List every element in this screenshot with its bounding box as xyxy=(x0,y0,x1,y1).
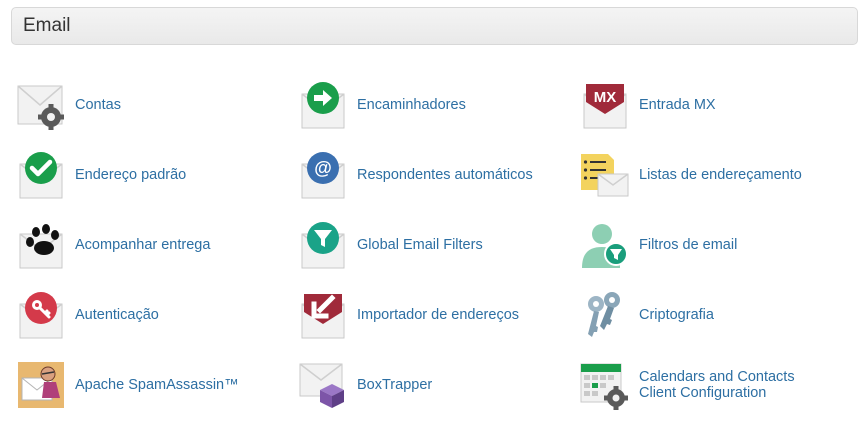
tool-label[interactable]: Entrada MX xyxy=(639,97,716,113)
tool-label[interactable]: Importador de endereços xyxy=(357,307,519,323)
tool-label[interactable]: Encaminhadores xyxy=(357,97,466,113)
tool-global-email-filters[interactable]: Global Email Filters xyxy=(284,219,564,271)
tool-label[interactable]: Apache SpamAssassin™ xyxy=(75,377,239,393)
tool-label[interactable]: Acompanhar entrega xyxy=(75,237,210,253)
tool-criptografia[interactable]: Criptografia xyxy=(566,289,846,341)
tool-encaminhadores[interactable]: Encaminhadores xyxy=(284,79,564,131)
tool-label[interactable]: Endereço padrão xyxy=(75,167,186,183)
tool-label[interactable]: Respondentes automáticos xyxy=(357,167,533,183)
tool-label[interactable]: Filtros de email xyxy=(639,237,737,253)
mail-gear-icon xyxy=(16,80,66,130)
mailing-list-icon xyxy=(580,150,630,200)
tool-endereco-padrao[interactable]: Endereço padrão xyxy=(2,149,282,201)
mail-check-icon xyxy=(16,150,66,200)
tool-importador-de-enderecos[interactable]: Importador de endereços xyxy=(284,289,564,341)
tool-contas[interactable]: Contas xyxy=(2,79,282,131)
tool-autenticacao[interactable]: Autenticação xyxy=(2,289,282,341)
mail-box-icon xyxy=(298,360,348,410)
mail-key-icon xyxy=(16,290,66,340)
tool-filtros-de-email[interactable]: Filtros de email xyxy=(566,219,846,271)
keys-icon xyxy=(580,290,630,340)
tool-label[interactable]: Criptografia xyxy=(639,307,714,323)
mail-forward-icon xyxy=(298,80,348,130)
tool-calendars-and-contacts[interactable]: Calendars and Contacts Client Configurat… xyxy=(566,359,846,411)
tool-label[interactable]: BoxTrapper xyxy=(357,377,432,393)
tool-label[interactable]: Calendars and Contacts Client Configurat… xyxy=(639,369,795,401)
tool-label-line[interactable]: Client Configuration xyxy=(639,385,795,401)
tool-label[interactable]: Listas de endereçamento xyxy=(639,167,802,183)
tool-respondentes-automaticos[interactable]: @ Respondentes automáticos xyxy=(284,149,564,201)
spamassassin-icon xyxy=(16,360,66,410)
mail-mx-icon: MX xyxy=(580,80,630,130)
tool-acompanhar-entrega[interactable]: Acompanhar entrega xyxy=(2,219,282,271)
tool-apache-spamassassin[interactable]: Apache SpamAssassin™ xyxy=(2,359,282,411)
calendar-gear-icon xyxy=(580,360,630,410)
svg-text:MX: MX xyxy=(594,89,617,106)
tool-entrada-mx[interactable]: MX Entrada MX xyxy=(566,79,846,131)
tool-label[interactable]: Global Email Filters xyxy=(357,237,483,253)
mail-global-filter-icon xyxy=(298,220,348,270)
user-filter-icon xyxy=(580,220,630,270)
mail-at-icon: @ xyxy=(298,150,348,200)
svg-text:@: @ xyxy=(314,158,332,178)
mail-import-icon xyxy=(298,290,348,340)
tool-boxtrapper[interactable]: BoxTrapper xyxy=(284,359,564,411)
tool-label[interactable]: Autenticação xyxy=(75,307,159,323)
email-tools-grid: Contas Encaminhadores MX Entrada MX Ende… xyxy=(0,0,860,432)
tool-label[interactable]: Contas xyxy=(75,97,121,113)
mail-pawprint-icon xyxy=(16,220,66,270)
tool-listas-de-enderecamento[interactable]: Listas de endereçamento xyxy=(566,149,846,201)
tool-label-line[interactable]: Calendars and Contacts xyxy=(639,369,795,385)
